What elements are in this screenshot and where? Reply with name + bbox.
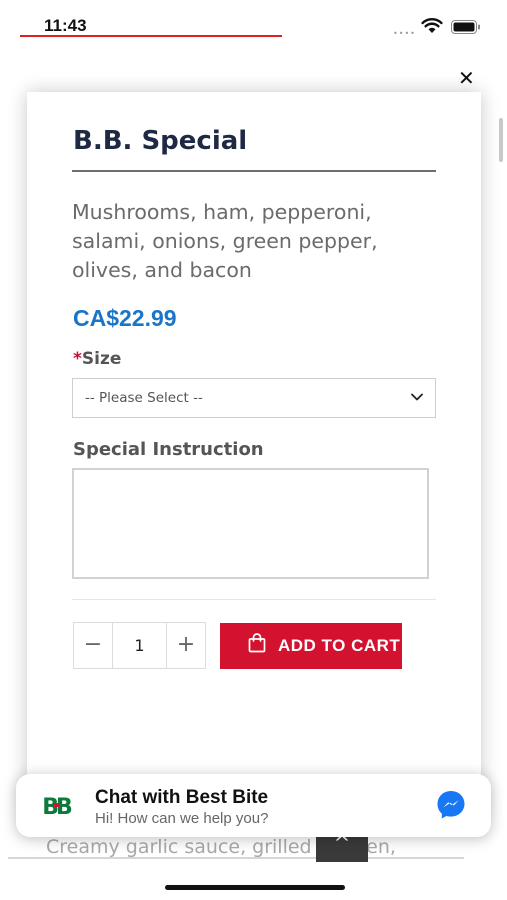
background-divider (8, 857, 464, 859)
quantity-value[interactable]: 1 (113, 623, 166, 668)
product-description: Mushrooms, ham, pepperoni, salami, onion… (72, 200, 378, 282)
size-select-value: -- Please Select -- (85, 390, 203, 406)
quantity-decrease-button[interactable]: − (74, 623, 113, 668)
chat-subtitle: Hi! How can we help you? (95, 810, 269, 827)
battery-icon (451, 20, 480, 34)
title-divider (72, 170, 436, 172)
size-select[interactable]: -- Please Select -- (72, 378, 436, 418)
scrollbar-thumb[interactable] (499, 118, 503, 162)
size-label-text: Size (81, 349, 122, 369)
chat-widget[interactable]: BB Chat with Best Bite Hi! How can we he… (16, 774, 491, 837)
home-indicator (165, 885, 345, 890)
product-modal: B.B. Special Mushrooms, ham, pepperoni, … (27, 92, 481, 812)
page-load-progress (20, 35, 282, 37)
close-icon[interactable]: ✕ (458, 66, 475, 90)
chat-title: Chat with Best Bite (95, 787, 269, 808)
quantity-stepper: − 1 + (73, 622, 206, 669)
status-bar: 11:43 •••• (0, 0, 507, 44)
quantity-increase-button[interactable]: + (166, 623, 205, 668)
product-price: CA$22.99 (73, 305, 177, 331)
signal-dots: •••• (393, 29, 416, 38)
best-bite-logo: BB (42, 795, 75, 819)
messenger-icon[interactable] (435, 789, 467, 821)
product-title: B.B. Special (73, 126, 248, 156)
add-to-cart-label: ADD TO CART (278, 636, 401, 655)
size-label: *Size (73, 349, 121, 369)
chevron-down-icon (411, 393, 423, 401)
add-to-cart-button[interactable]: ADD TO CART (220, 623, 402, 669)
status-time: 11:43 (44, 16, 87, 35)
wifi-icon (421, 18, 443, 33)
special-instruction-input[interactable] (72, 468, 429, 579)
special-instruction-label: Special Instruction (73, 439, 264, 460)
required-mark: * (73, 349, 82, 369)
section-divider (72, 599, 436, 600)
shopping-bag-icon (248, 633, 266, 653)
